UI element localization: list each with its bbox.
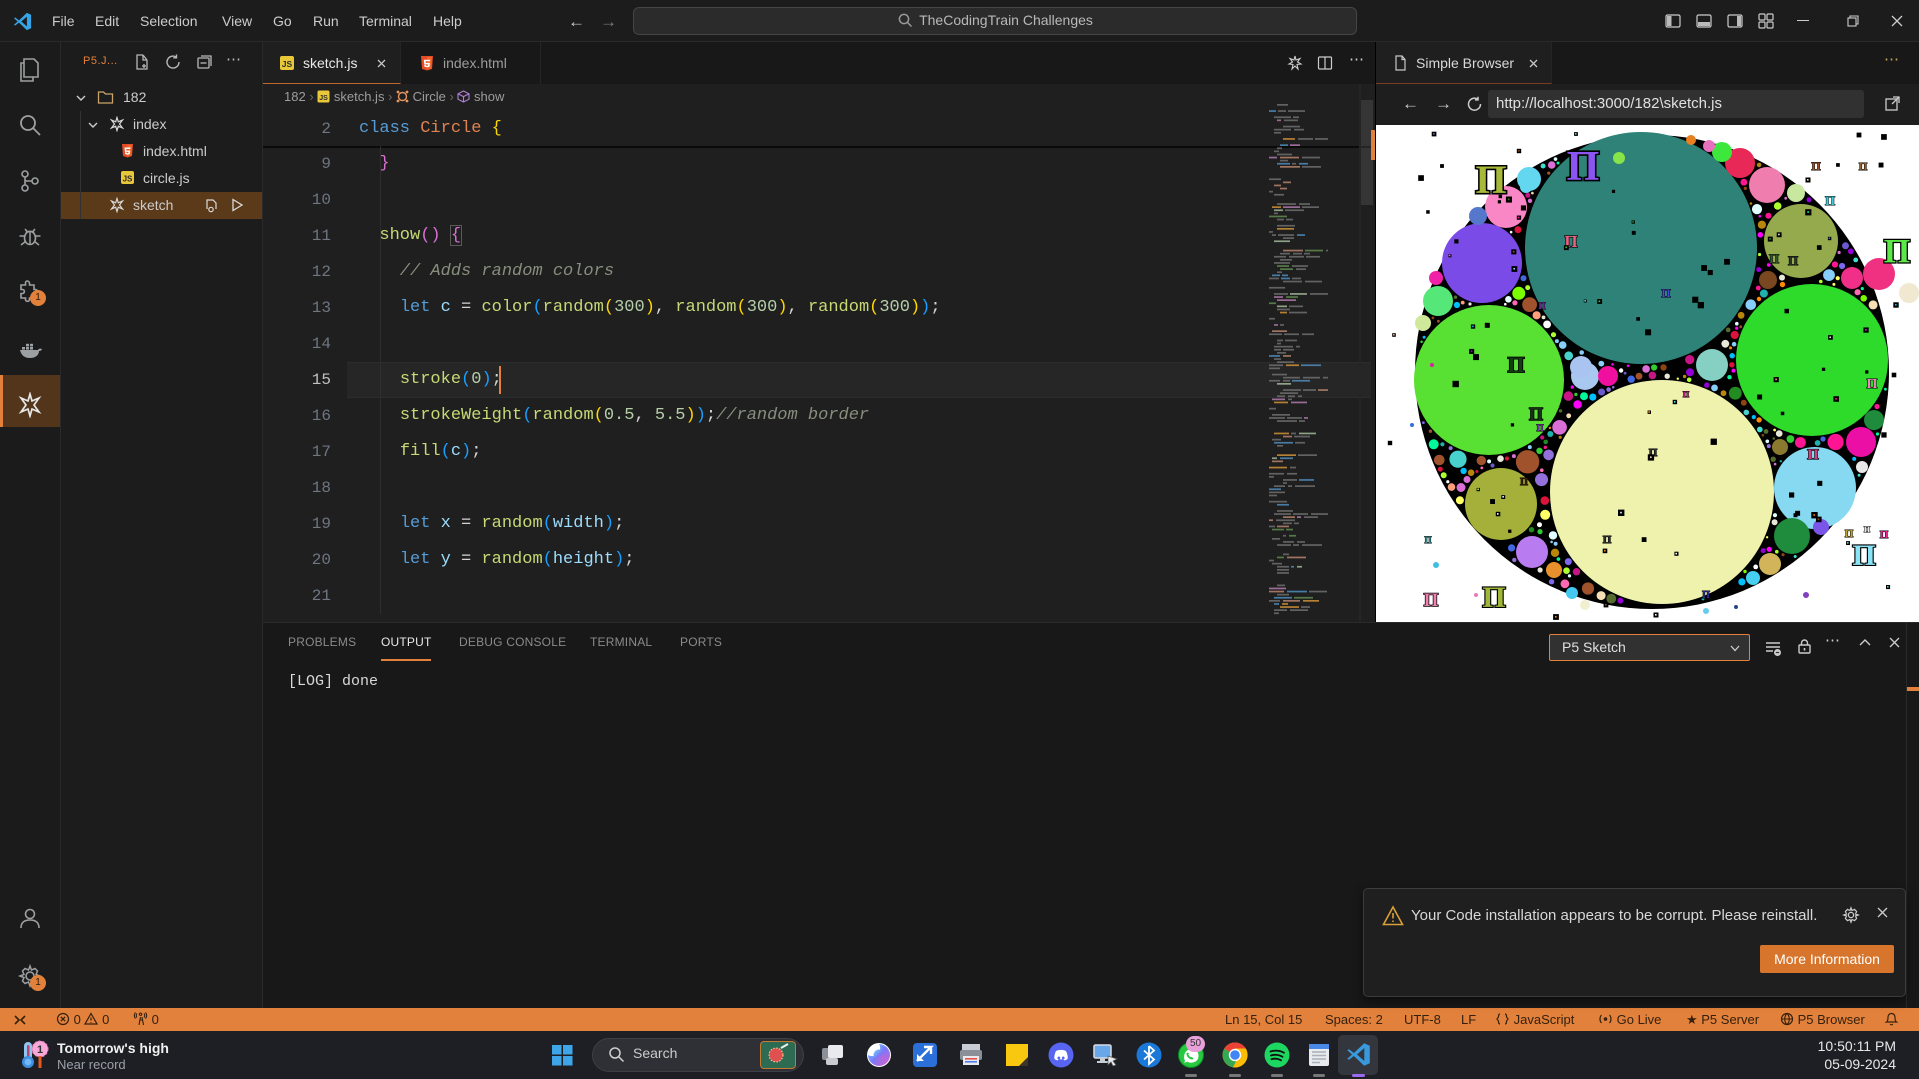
svg-text:Π: Π: [1424, 590, 1439, 611]
svg-text:JS: JS: [123, 175, 133, 184]
svg-text:Π: Π: [1424, 535, 1431, 545]
svg-text:JS: JS: [319, 95, 328, 102]
svg-text:Π: Π: [1769, 251, 1779, 266]
svg-text:Π: Π: [1852, 539, 1875, 572]
svg-text:Π: Π: [1661, 286, 1671, 300]
svg-text:Π: Π: [1536, 423, 1543, 433]
svg-text:Π: Π: [1529, 404, 1543, 424]
svg-text:Π: Π: [1811, 159, 1821, 173]
svg-text:Π: Π: [1880, 529, 1889, 541]
svg-text:Π: Π: [1702, 590, 1710, 601]
svg-text:Π: Π: [1567, 144, 1600, 190]
svg-text:Π: Π: [1482, 581, 1505, 614]
svg-text:Π: Π: [1884, 233, 1910, 270]
svg-text:Π: Π: [1603, 534, 1612, 546]
svg-text:Π: Π: [1507, 352, 1524, 377]
svg-text:Π: Π: [1845, 528, 1854, 540]
svg-text:Π: Π: [1859, 161, 1868, 173]
svg-text:Π: Π: [1867, 377, 1878, 392]
svg-text:JS: JS: [282, 59, 293, 69]
svg-text:Π: Π: [1538, 301, 1545, 311]
svg-text:1: 1: [37, 1044, 43, 1056]
svg-text:Π: Π: [1807, 447, 1819, 463]
svg-text:Π: Π: [1683, 390, 1690, 399]
svg-text:Π: Π: [1520, 477, 1528, 488]
svg-text:Π: Π: [1825, 193, 1835, 208]
svg-text:Π: Π: [1788, 253, 1798, 268]
svg-text:Π: Π: [1864, 525, 1871, 534]
